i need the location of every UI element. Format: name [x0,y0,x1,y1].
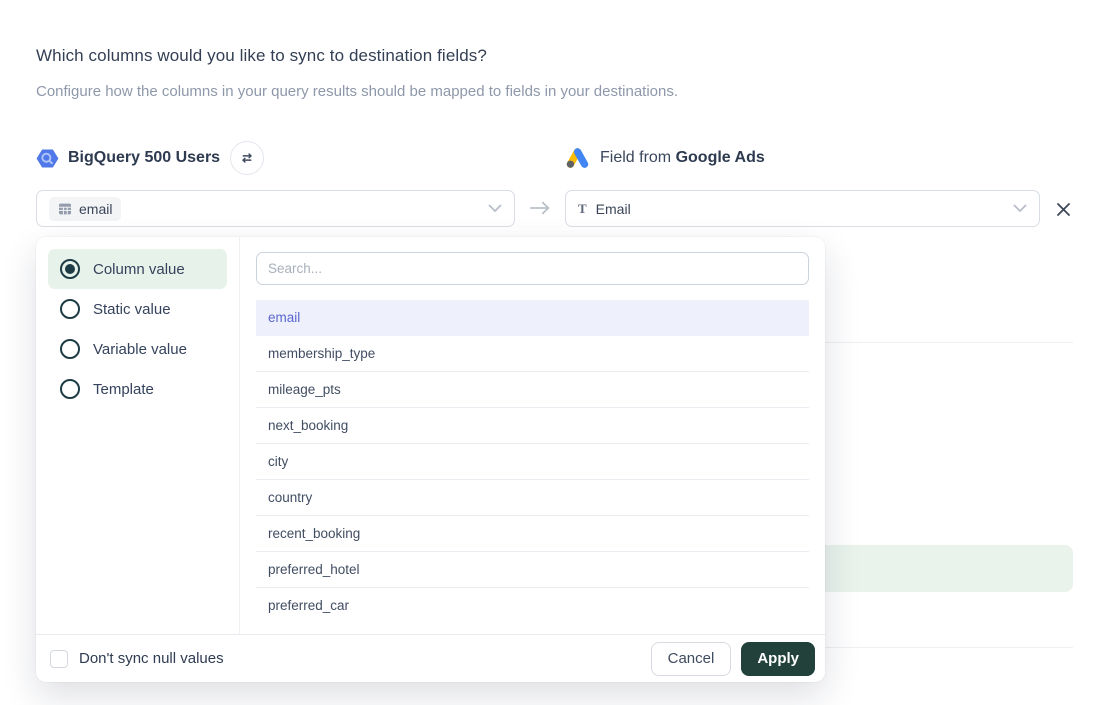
column-list-item[interactable]: email [256,300,809,336]
radio-icon [60,379,80,399]
source-column-value: email [79,201,112,217]
swap-icon [239,150,255,166]
source-column-token: email [49,197,121,221]
destination-field-value: Email [596,201,631,217]
column-picker-panel: Column value Static value Variable value… [36,237,825,682]
destination-field-select[interactable]: T Email [565,190,1040,227]
apply-button[interactable]: Apply [741,642,815,676]
panel-footer: Don't sync null values Cancel Apply [36,634,825,682]
destination-header: Field from Google Ads [565,140,765,176]
column-name: mileage_pts [268,382,341,397]
google-ads-icon [565,146,590,171]
value-type-label: Column value [93,261,185,278]
column-list-item[interactable]: country [256,480,809,516]
radio-icon [60,259,80,279]
column-list-item[interactable]: city [256,444,809,480]
bigquery-icon [36,147,59,170]
chevron-down-icon [1013,204,1027,213]
column-name: recent_booking [268,526,360,541]
column-list-item[interactable]: recent_booking [256,516,809,552]
source-header: BigQuery 500 Users [36,140,264,176]
close-icon [1056,202,1071,217]
sync-mapping-page: Which columns would you like to sync to … [0,0,1120,705]
radio-icon [60,339,80,359]
column-list-item[interactable]: preferred_car [256,588,809,615]
source-label: BigQuery 500 Users [68,149,220,167]
value-type-option[interactable]: Variable value [48,329,227,369]
column-list: email membership_type mileage_pts next_b… [256,300,809,615]
column-name: city [268,454,288,469]
column-list-item[interactable]: preferred_hotel [256,552,809,588]
value-type-option[interactable]: Column value [48,249,227,289]
source-column-select[interactable]: email [36,190,515,227]
column-name: email [268,310,300,325]
search-input[interactable] [256,252,809,285]
value-type-option[interactable]: Static value [48,289,227,329]
value-type-option[interactable]: Template [48,369,227,409]
column-name: country [268,490,312,505]
column-name: next_booking [268,418,348,433]
destination-label-prefix: Field from [600,149,676,166]
value-type-label: Variable value [93,341,187,358]
value-type-label: Static value [93,301,171,318]
destination-name: Google Ads [676,149,765,166]
value-type-radio-group: Column value Static value Variable value… [36,237,240,634]
destination-label: Field from Google Ads [600,149,765,167]
column-list-item[interactable]: next_booking [256,408,809,444]
background-divider [790,647,1073,648]
chevron-down-icon [488,204,502,213]
column-name: preferred_hotel [268,562,360,577]
column-name: preferred_car [268,598,349,613]
radio-icon [60,299,80,319]
cancel-button[interactable]: Cancel [651,642,732,676]
value-type-label: Template [93,381,154,398]
remove-mapping-button[interactable] [1053,199,1073,219]
page-title: Which columns would you like to sync to … [36,46,487,66]
column-list-item[interactable]: membership_type [256,336,809,372]
dont-sync-null-label: Don't sync null values [79,650,224,667]
column-name: membership_type [268,346,375,361]
swap-source-button[interactable] [230,141,264,175]
background-divider [790,342,1073,343]
column-list-item[interactable]: mileage_pts [256,372,809,408]
page-subtitle: Configure how the columns in your query … [36,83,678,100]
table-icon [58,202,72,216]
text-type-icon: T [578,201,587,217]
dont-sync-null-checkbox[interactable] [50,650,68,668]
arrow-right-icon [528,198,552,218]
